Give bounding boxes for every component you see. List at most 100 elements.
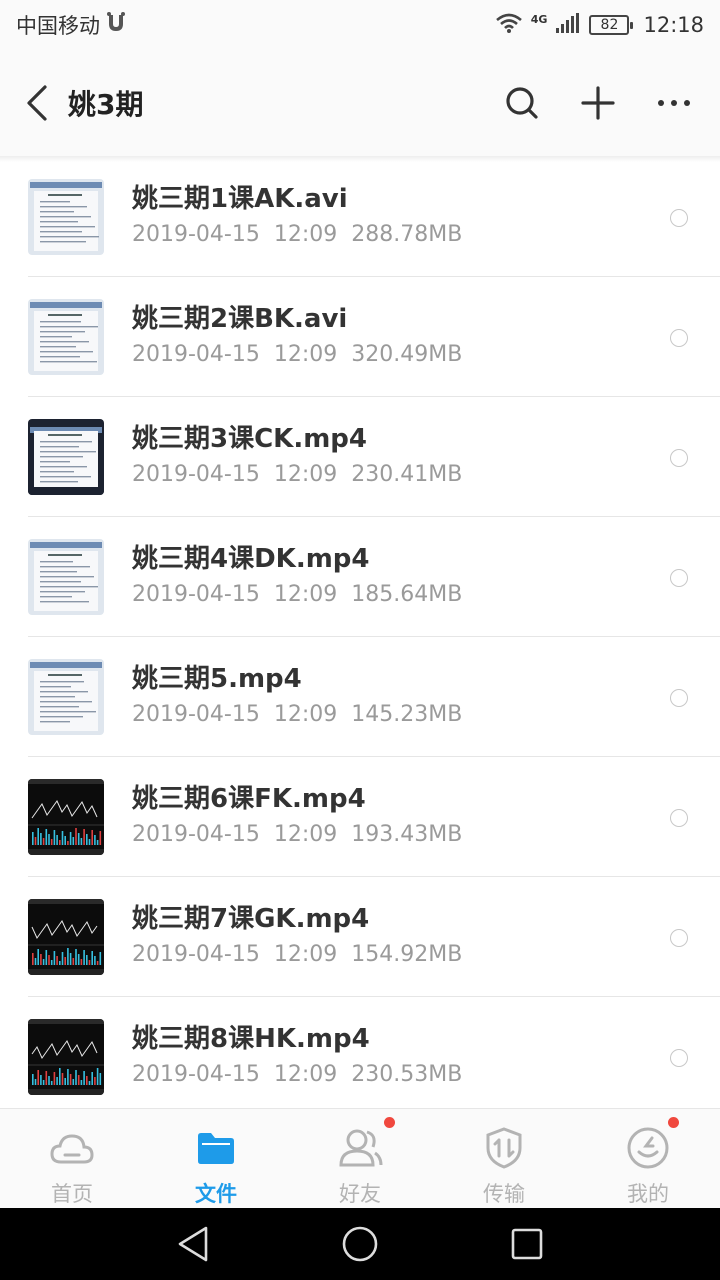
select-radio[interactable]: [670, 689, 688, 707]
nav-profile[interactable]: 我的: [576, 1109, 720, 1208]
file-name: 姚三期2课BK.avi: [132, 304, 348, 334]
file-size: 154.92MB: [351, 942, 463, 967]
battery-indicator: 82: [589, 15, 634, 35]
file-name: 姚三期8课HK.mp4: [132, 1024, 370, 1054]
file-date: 2019-04-15: [132, 582, 260, 607]
search-icon: [506, 87, 538, 119]
video-thumbnail: [28, 1019, 104, 1095]
search-button[interactable]: [484, 50, 560, 156]
file-size: 230.41MB: [351, 462, 463, 487]
select-radio[interactable]: [670, 329, 688, 347]
file-name: 姚三期7课GK.mp4: [132, 904, 370, 934]
notification-icon: [106, 11, 126, 39]
friends-badge: [384, 1117, 395, 1128]
add-button[interactable]: [560, 50, 636, 156]
page-title: 姚3期: [68, 88, 144, 121]
plus-icon: [581, 86, 615, 120]
video-thumbnail: [28, 539, 104, 615]
video-thumbnail: [28, 299, 104, 375]
file-time: 12:09: [273, 822, 338, 847]
video-thumbnail: [28, 419, 104, 495]
video-thumbnail: [28, 899, 104, 975]
file-meta: 2019-04-15 12:09 288.78MB: [132, 218, 462, 252]
file-info: 姚三期4课DK.mp4 2019-04-15 12:09 185.64MB: [132, 542, 462, 612]
file-date: 2019-04-15: [132, 462, 260, 487]
more-button[interactable]: [636, 50, 712, 156]
wifi-icon: [495, 12, 523, 39]
file-info: 姚三期3课CK.mp4 2019-04-15 12:09 230.41MB: [132, 422, 462, 492]
select-radio[interactable]: [670, 209, 688, 227]
file-time: 12:09: [273, 1062, 338, 1087]
file-date: 2019-04-15: [132, 822, 260, 847]
system-recents-button[interactable]: [507, 1224, 547, 1264]
file-meta: 2019-04-15 12:09 154.92MB: [132, 938, 462, 972]
file-list: 姚三期1课AK.avi 2019-04-15 12:09 288.78MB 姚三期2…: [0, 157, 720, 1107]
file-date: 2019-04-15: [132, 942, 260, 967]
file-name: 姚三期1课AK.avi: [132, 184, 348, 214]
video-thumbnail: [28, 179, 104, 255]
file-meta: 2019-04-15 12:09 230.53MB: [132, 1058, 462, 1092]
file-time: 12:09: [273, 582, 338, 607]
nav-transfer[interactable]: 传输: [432, 1109, 576, 1208]
file-row[interactable]: 姚三期6课FK.mp4 2019-04-15 12:09 193.43MB: [0, 757, 720, 877]
file-time: 12:09: [273, 942, 338, 967]
profile-icon: [625, 1117, 679, 1170]
file-time: 12:09: [273, 462, 338, 487]
file-info: 姚三期2课BK.avi 2019-04-15 12:09 320.49MB: [132, 302, 462, 372]
circle-home-icon: [342, 1226, 378, 1262]
app-header: 姚3期: [0, 50, 720, 156]
file-date: 2019-04-15: [132, 702, 260, 727]
nav-home[interactable]: 首页: [0, 1109, 144, 1208]
file-row[interactable]: 姚三期3课CK.mp4 2019-04-15 12:09 230.41MB: [0, 397, 720, 517]
clock: 12:18: [643, 13, 704, 37]
folder-icon: [193, 1125, 239, 1170]
select-radio[interactable]: [670, 569, 688, 587]
file-time: 12:09: [273, 702, 338, 727]
file-row[interactable]: 姚三期2课BK.avi 2019-04-15 12:09 320.49MB: [0, 277, 720, 397]
file-size: 288.78MB: [351, 222, 463, 247]
file-row[interactable]: 姚三期8课HK.mp4 2019-04-15 12:09 230.53MB: [0, 997, 720, 1107]
back-button[interactable]: [2, 50, 72, 156]
select-radio[interactable]: [670, 1049, 688, 1067]
more-dots-icon: [658, 100, 690, 106]
select-radio[interactable]: [670, 809, 688, 827]
file-name: 姚三期4课DK.mp4: [132, 544, 370, 574]
transfer-icon: [481, 1125, 527, 1170]
nav-label: 传输: [483, 1182, 525, 1206]
file-row[interactable]: 姚三期4课DK.mp4 2019-04-15 12:09 185.64MB: [0, 517, 720, 637]
file-meta: 2019-04-15 12:09 145.23MB: [132, 698, 462, 732]
file-info: 姚三期5.mp4 2019-04-15 12:09 145.23MB: [132, 662, 462, 732]
friends-icon: [337, 1117, 395, 1170]
nav-friends[interactable]: 好友: [288, 1109, 432, 1208]
file-name: 姚三期6课FK.mp4: [132, 784, 366, 814]
file-meta: 2019-04-15 12:09 320.49MB: [132, 338, 462, 372]
file-time: 12:09: [273, 222, 338, 247]
file-meta: 2019-04-15 12:09 230.41MB: [132, 458, 462, 492]
file-size: 230.53MB: [351, 1062, 463, 1087]
system-home-button[interactable]: [340, 1224, 380, 1264]
status-bar: 中国移动 4G 82 12:18: [0, 0, 720, 50]
back-arrow-icon: [27, 85, 47, 121]
file-size: 145.23MB: [351, 702, 463, 727]
file-date: 2019-04-15: [132, 1062, 260, 1087]
file-info: 姚三期8课HK.mp4 2019-04-15 12:09 230.53MB: [132, 1022, 462, 1092]
profile-badge: [668, 1117, 679, 1128]
file-name: 姚三期5.mp4: [132, 664, 302, 694]
file-date: 2019-04-15: [132, 342, 260, 367]
file-row[interactable]: 姚三期5.mp4 2019-04-15 12:09 145.23MB: [0, 637, 720, 757]
file-row[interactable]: 姚三期7课GK.mp4 2019-04-15 12:09 154.92MB: [0, 877, 720, 997]
nav-files[interactable]: 文件: [144, 1109, 288, 1208]
select-radio[interactable]: [670, 449, 688, 467]
signal-icon: [555, 12, 581, 39]
file-row[interactable]: 姚三期1课AK.avi 2019-04-15 12:09 288.78MB: [0, 157, 720, 277]
file-size: 320.49MB: [351, 342, 463, 367]
select-radio[interactable]: [670, 929, 688, 947]
file-date: 2019-04-15: [132, 222, 260, 247]
video-thumbnail: [28, 659, 104, 735]
nav-label: 文件: [195, 1182, 237, 1206]
system-nav-bar: [0, 1208, 720, 1280]
video-thumbnail: [28, 779, 104, 855]
system-back-button[interactable]: [173, 1224, 213, 1264]
square-recents-icon: [511, 1228, 542, 1260]
file-info: 姚三期7课GK.mp4 2019-04-15 12:09 154.92MB: [132, 902, 462, 972]
